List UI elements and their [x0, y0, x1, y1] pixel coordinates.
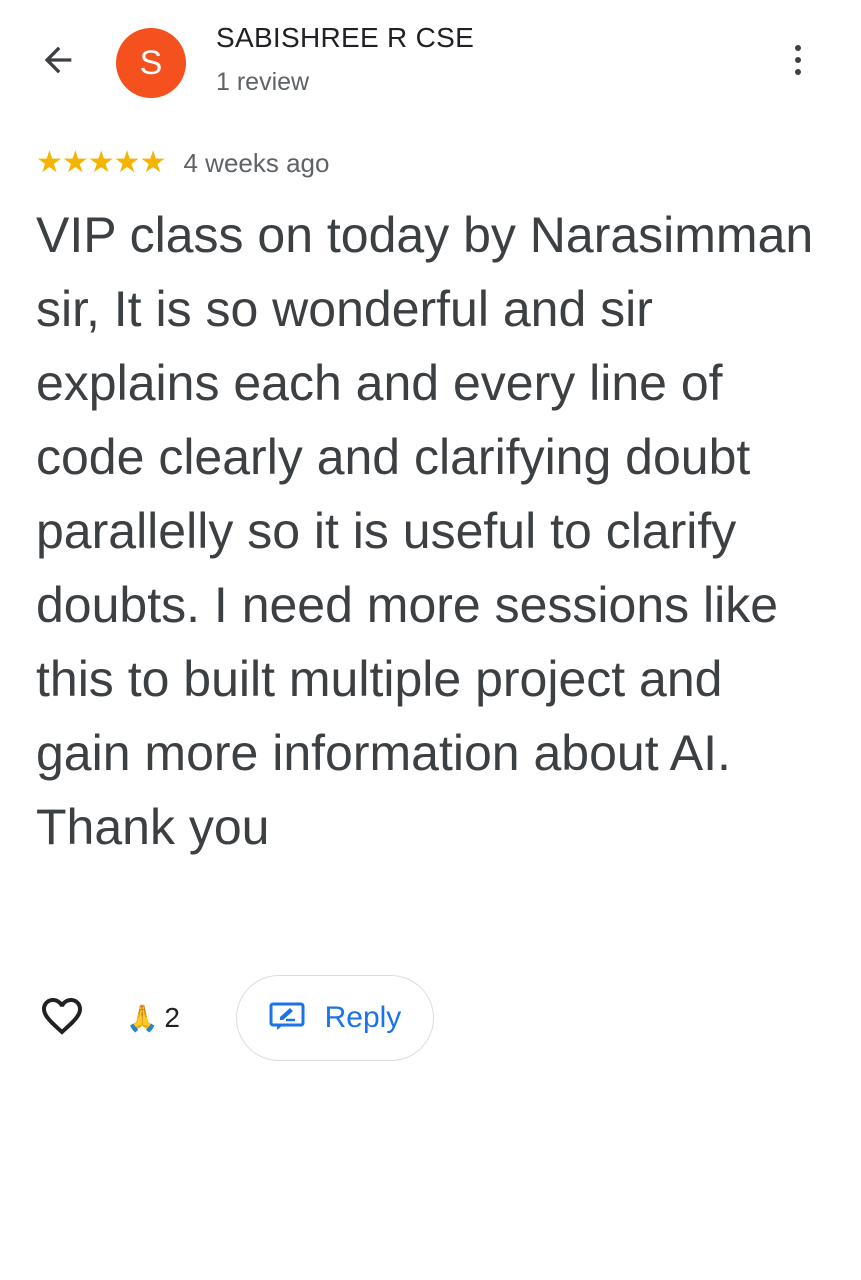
author-name[interactable]: SABISHREE R CSE: [216, 22, 474, 54]
avatar[interactable]: S: [116, 28, 186, 98]
review-actions: 🙏 2 Reply: [36, 974, 434, 1062]
review-date: 4 weeks ago: [183, 147, 330, 178]
heart-outline-icon: [38, 992, 86, 1045]
like-button[interactable]: [36, 992, 88, 1044]
back-button[interactable]: [34, 38, 82, 86]
reaction-count-button[interactable]: 🙏 2: [126, 1002, 180, 1034]
reaction-count: 2: [164, 1002, 180, 1033]
review-text: VIP class on today by Narasimman sir, It…: [36, 207, 814, 855]
rating-row: ★★★★★ 4 weeks ago: [36, 146, 329, 180]
arrow-left-icon: [38, 40, 78, 85]
author-review-count: 1 review: [216, 68, 310, 96]
reply-label: Reply: [324, 1001, 402, 1034]
more-vert-icon: [795, 45, 801, 51]
reply-button[interactable]: Reply: [235, 975, 434, 1061]
reply-edit-icon: [269, 1001, 305, 1036]
more-options-button[interactable]: [778, 38, 818, 82]
pray-emoji-icon: 🙏: [126, 1002, 159, 1033]
star-rating: ★★★★★: [36, 145, 166, 180]
